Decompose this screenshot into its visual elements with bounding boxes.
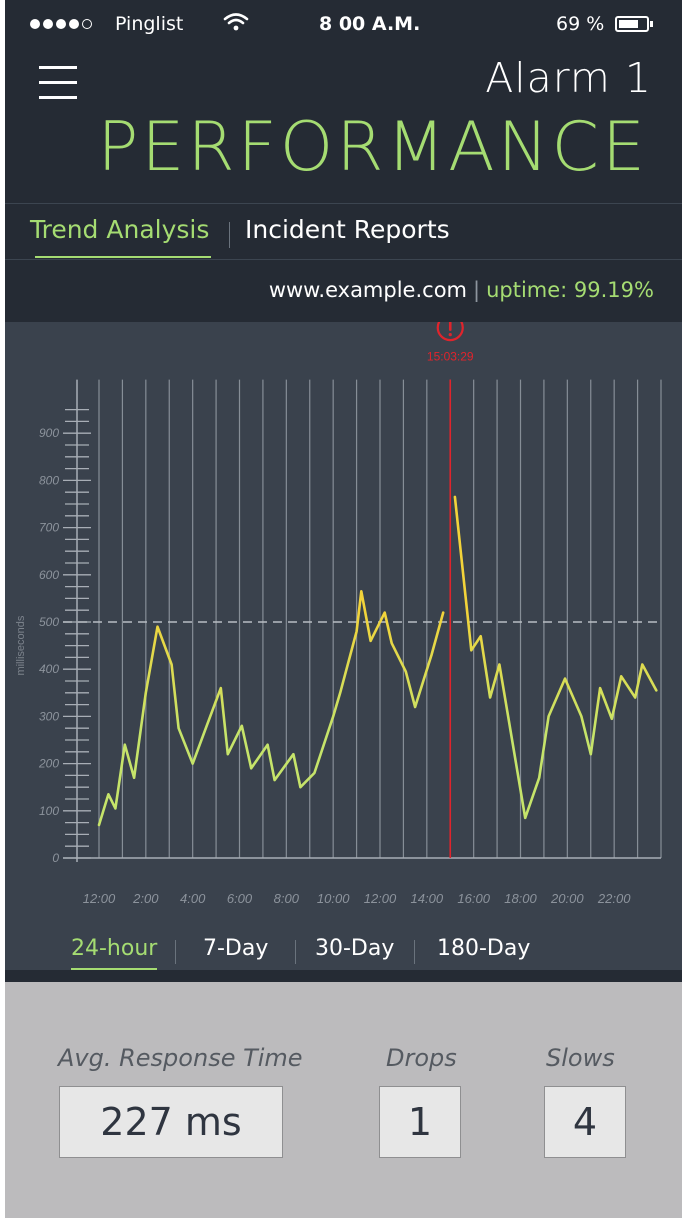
app-screen: Pinglist 8 00 A.M. 69 % Alarm 1 PERFORMA…: [5, 0, 682, 1218]
chart-svg: 0 100 200 300 400 500 600 700 800 900 milliseconds…: [15, 322, 662, 906]
y-tick-label: 0: [52, 851, 59, 865]
avg-response-value: 227 ms: [59, 1086, 283, 1158]
tabs-divider: [5, 259, 682, 260]
x-tick-label: 16:00: [457, 891, 490, 906]
status-time: 8 00 A.M.: [319, 13, 421, 35]
range-separator: [295, 940, 296, 964]
tab-trend-analysis[interactable]: Trend Analysis: [30, 215, 209, 244]
x-tick-label: 2:00: [132, 891, 159, 906]
signal-dots-icon: [30, 19, 92, 29]
y-tick-label: 300: [39, 709, 59, 723]
range-separator: [414, 940, 415, 964]
slows-value: 4: [544, 1086, 626, 1158]
tab-incident-reports[interactable]: Incident Reports: [245, 215, 450, 244]
site-info: www.example.com | uptime: 99.19%: [269, 278, 654, 302]
header-divider: [5, 203, 682, 204]
wifi-icon: [223, 12, 249, 37]
slows-label: Slows: [546, 1044, 615, 1072]
active-tab-underline: [35, 256, 211, 258]
stats-panel: Avg. Response Time 227 ms Drops 1 Slows …: [5, 982, 682, 1218]
y-tick-label: 400: [39, 662, 59, 676]
y-tick-label: 200: [38, 757, 59, 771]
status-bar: Pinglist 8 00 A.M. 69 %: [5, 0, 682, 50]
range-7-day[interactable]: 7-Day: [203, 936, 268, 961]
y-tick-label: 500: [39, 615, 59, 629]
avg-response-label: Avg. Response Time: [58, 1044, 303, 1072]
drops-value: 1: [379, 1086, 461, 1158]
x-tick-label: 20:00: [550, 891, 584, 906]
range-selector: 24-hour 7-Day 30-Day 180-Day: [5, 930, 682, 974]
site-separator: |: [473, 278, 481, 302]
site-url[interactable]: www.example.com: [269, 278, 467, 302]
y-tick-label: 600: [39, 568, 59, 582]
y-tick-label: 100: [39, 804, 59, 818]
y-tick-label: 700: [39, 521, 59, 535]
x-tick-label: 18:00: [504, 891, 537, 906]
incident-time-label: 15:03:29: [427, 350, 474, 364]
x-tick-label: 12:00: [364, 891, 397, 906]
drops-label: Drops: [386, 1044, 457, 1072]
alarm-title: Alarm 1: [485, 54, 652, 102]
range-30-day[interactable]: 30-Day: [315, 936, 394, 961]
x-tick-label: 6:00: [227, 891, 253, 906]
x-tick-label: 12:00: [83, 891, 116, 906]
y-axis-label: milliseconds: [15, 615, 27, 675]
x-tick-label: 4:00: [180, 891, 206, 906]
page-title: PERFORMANCE: [97, 108, 648, 187]
view-tabs: Trend Analysis Incident Reports: [5, 205, 682, 258]
chart-bottom-bar: [5, 970, 682, 982]
y-tick-label: 900: [39, 426, 59, 440]
uptime-value: uptime: 99.19%: [486, 278, 654, 302]
response-time-chart: 0 100 200 300 400 500 600 700 800 900 milliseconds…: [5, 322, 682, 982]
battery-icon: [615, 16, 653, 32]
x-tick-label: 8:00: [274, 891, 300, 906]
x-tick-label: 10:00: [317, 891, 350, 906]
series-line: [97, 589, 445, 827]
range-24-hour[interactable]: 24-hour: [71, 936, 157, 961]
x-tick-label: 14:00: [411, 891, 444, 906]
range-separator: [175, 940, 176, 964]
range-180-day[interactable]: 180-Day: [437, 936, 530, 961]
alert-exclamation-dot: [448, 333, 452, 337]
y-tick-label: 800: [39, 473, 59, 487]
hamburger-menu-icon[interactable]: [39, 66, 77, 102]
series-line: [453, 495, 658, 820]
battery-fill: [619, 20, 638, 28]
battery-percent: 69 %: [556, 13, 605, 35]
x-tick-label: 22:00: [597, 891, 631, 906]
tab-separator: [229, 222, 230, 248]
carrier-name: Pinglist: [115, 13, 184, 35]
